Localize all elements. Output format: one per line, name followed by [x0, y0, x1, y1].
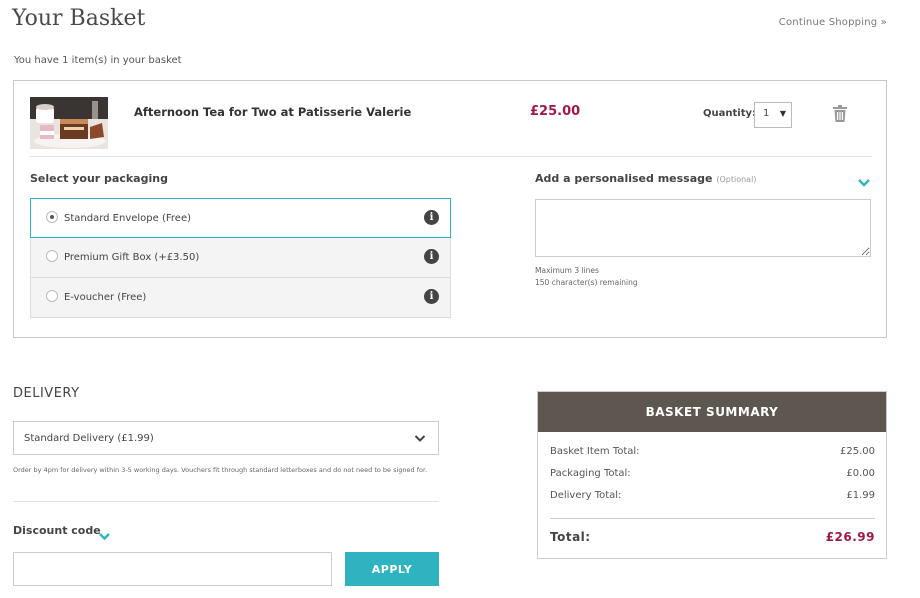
product-image[interactable] — [30, 97, 108, 149]
info-icon[interactable]: i — [424, 210, 439, 225]
apply-button[interactable]: APPLY — [345, 552, 439, 586]
chevron-down-icon — [414, 434, 426, 443]
summary-row-delivery-total: Delivery Total: £1.99 — [550, 490, 875, 501]
delivery-title: DELIVERY — [13, 386, 80, 401]
characters-remaining-hint: 150 character(s) remaining — [535, 278, 638, 287]
message-hint: Maximum 3 lines 150 character(s) remaini… — [535, 265, 638, 289]
trash-icon[interactable] — [833, 105, 847, 122]
discount-code-label[interactable]: Discount code — [13, 524, 101, 537]
caret-down-icon: ▼ — [779, 109, 786, 118]
divider — [13, 501, 439, 502]
packaging-option-label: Premium Gift Box (+£3.50) — [64, 252, 200, 263]
delivery-note: Order by 4pm for delivery within 3-5 wor… — [13, 466, 428, 474]
packaging-option-e-voucher[interactable]: E-voucher (Free) i — [30, 278, 451, 318]
divider — [550, 518, 875, 519]
basket-item-panel: Afternoon Tea for Two at Patisserie Vale… — [13, 80, 887, 338]
message-label-text: Add a personalised message — [535, 172, 713, 185]
delivery-selected-option: Standard Delivery (£1.99) — [24, 433, 154, 444]
chevron-down-icon[interactable] — [857, 173, 871, 187]
divider — [30, 156, 872, 157]
item-count-text: You have 1 item(s) in your basket — [14, 55, 182, 66]
summary-total-label: Total: — [550, 530, 591, 544]
optional-tag: (Optional) — [716, 175, 757, 184]
summary-row-label: Packaging Total: — [550, 468, 631, 479]
packaging-option-label: E-voucher (Free) — [64, 292, 147, 303]
summary-row-packaging-total: Packaging Total: £0.00 — [550, 468, 875, 479]
product-name[interactable]: Afternoon Tea for Two at Patisserie Vale… — [134, 105, 411, 119]
delivery-select[interactable]: Standard Delivery (£1.99) — [13, 421, 439, 455]
continue-shopping-link[interactable]: Continue Shopping » — [779, 17, 887, 28]
summary-row-value: £25.00 — [840, 446, 875, 457]
summary-row-basket-item-total: Basket Item Total: £25.00 — [550, 446, 875, 457]
page-title: Your Basket — [12, 6, 146, 31]
summary-row-label: Basket Item Total: — [550, 446, 640, 457]
quantity-label: Quantity: — [703, 108, 756, 119]
personalised-message-label: Add a personalised message (Optional) — [535, 172, 756, 185]
packaging-option-standard-envelope[interactable]: Standard Envelope (Free) i — [30, 198, 451, 238]
radio-unselected[interactable] — [46, 250, 58, 262]
max-lines-hint: Maximum 3 lines — [535, 266, 599, 275]
info-icon[interactable]: i — [424, 249, 439, 264]
summary-row-value: £0.00 — [846, 468, 875, 479]
quantity-select[interactable]: 1 ▼ — [754, 102, 792, 128]
summary-row-label: Delivery Total: — [550, 490, 622, 501]
packaging-options: Standard Envelope (Free) i Premium Gift … — [30, 198, 451, 318]
quantity-value: 1 — [763, 108, 770, 119]
radio-unselected[interactable] — [46, 290, 58, 302]
personalised-message-textarea[interactable] — [535, 199, 871, 257]
summary-total-row: Total: £26.99 — [550, 530, 875, 544]
chevron-down-icon[interactable] — [98, 526, 111, 541]
product-price: £25.00 — [530, 104, 581, 119]
packaging-option-premium-gift-box[interactable]: Premium Gift Box (+£3.50) i — [30, 238, 451, 278]
basket-summary-title: BASKET SUMMARY — [538, 392, 886, 432]
radio-selected[interactable] — [46, 211, 58, 223]
basket-summary: BASKET SUMMARY Basket Item Total: £25.00… — [537, 391, 887, 559]
packaging-label: Select your packaging — [30, 172, 168, 185]
info-icon[interactable]: i — [424, 289, 439, 304]
discount-code-input[interactable] — [13, 552, 332, 586]
summary-row-value: £1.99 — [846, 490, 875, 501]
packaging-option-label: Standard Envelope (Free) — [64, 213, 191, 224]
summary-total-value: £26.99 — [825, 530, 875, 544]
